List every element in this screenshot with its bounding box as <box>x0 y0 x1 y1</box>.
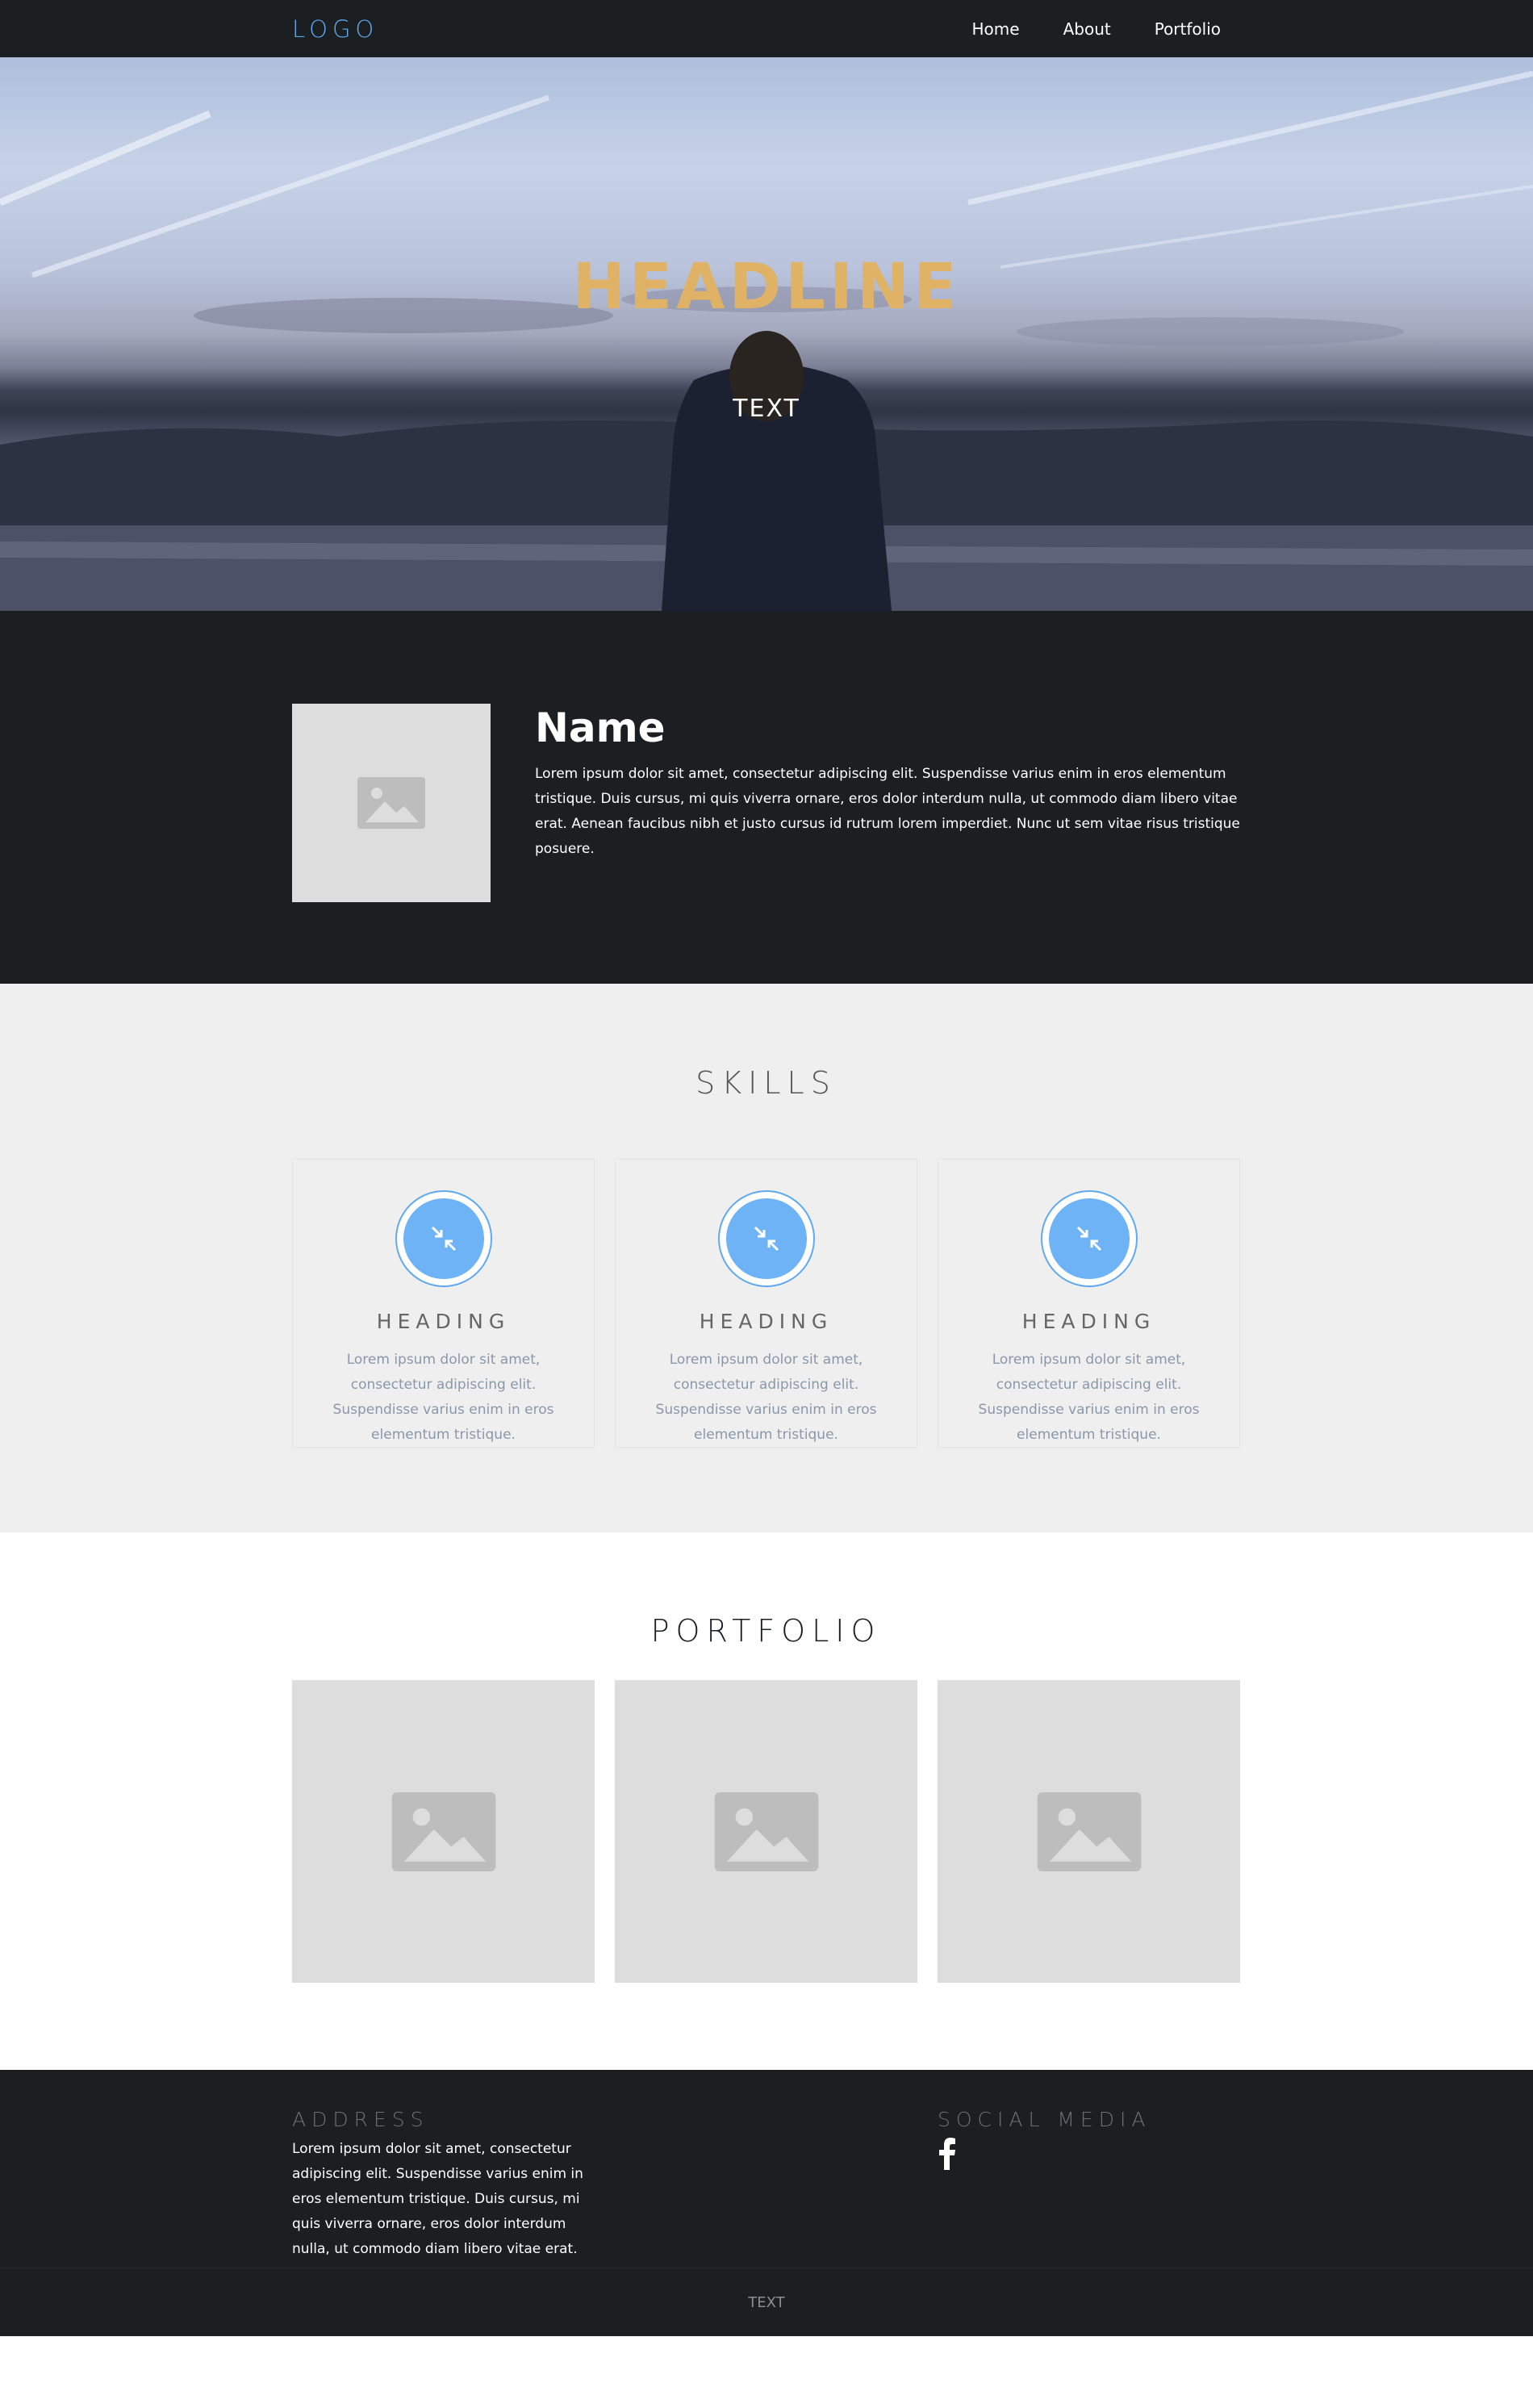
skill-description: Lorem ipsum dolor sit amet, consectetur … <box>332 1352 554 1443</box>
skills-row: HEADING Lorem ipsum dolor sit amet, cons… <box>292 1159 1240 1448</box>
skill-card: HEADING Lorem ipsum dolor sit amet, cons… <box>615 1159 917 1448</box>
skill-icon-circle <box>725 1198 807 1279</box>
about-content: Name Lorem ipsum dolor sit amet, consect… <box>535 704 1240 902</box>
nav-link-portfolio[interactable]: Portfolio <box>1155 19 1221 39</box>
skill-card: HEADING Lorem ipsum dolor sit amet, cons… <box>938 1159 1240 1448</box>
hero-subtext: TEXT <box>733 395 800 423</box>
logo[interactable]: LOGO <box>292 15 378 43</box>
skill-heading: HEADING <box>376 1310 511 1333</box>
compress-arrows-icon <box>431 1226 456 1252</box>
skill-icon-circle <box>403 1198 484 1279</box>
nav-link-home[interactable]: Home <box>972 19 1020 39</box>
about-description: Lorem ipsum dolor sit amet, consectetur … <box>535 766 1240 857</box>
portfolio-item[interactable] <box>292 1680 595 1983</box>
image-placeholder-icon <box>357 777 425 829</box>
about-name: Name <box>535 704 666 751</box>
nav-menu: Home About Portfolio <box>972 19 1240 39</box>
skill-description: Lorem ipsum dolor sit amet, consectetur … <box>978 1352 1200 1443</box>
portfolio-item[interactable] <box>938 1680 1240 1983</box>
skills-title: SKILLS <box>695 1065 837 1101</box>
skill-card: HEADING Lorem ipsum dolor sit amet, cons… <box>292 1159 595 1448</box>
compress-arrows-icon <box>1076 1226 1101 1252</box>
copyright-bar: TEXT <box>0 2268 1533 2336</box>
footer: ADDRESS Lorem ipsum dolor sit amet, cons… <box>0 2070 1533 2336</box>
skill-icon-ring <box>395 1190 492 1287</box>
facebook-icon[interactable] <box>938 2138 957 2173</box>
skill-icon-ring <box>717 1190 815 1287</box>
image-placeholder-icon <box>714 1791 818 1871</box>
hero-headline: HEADLINE <box>572 251 961 324</box>
nav-link-about[interactable]: About <box>1063 19 1111 39</box>
portfolio-item[interactable] <box>615 1680 917 1983</box>
skills-section: SKILLS HEADING Lorem ipsum dolor sit ame… <box>0 984 1533 1532</box>
skill-heading: HEADING <box>699 1310 833 1333</box>
portfolio-grid <box>292 1680 1240 1983</box>
compress-arrows-icon <box>754 1226 779 1252</box>
skill-heading: HEADING <box>1021 1310 1156 1333</box>
portfolio-title: PORTFOLIO <box>650 1613 882 1649</box>
skill-description: Lorem ipsum dolor sit amet, consectetur … <box>655 1352 877 1443</box>
portfolio-section: PORTFOLIO <box>0 1532 1533 2070</box>
skill-icon-ring <box>1040 1190 1138 1287</box>
navbar: LOGO Home About Portfolio <box>0 0 1533 57</box>
profile-image-placeholder <box>292 704 491 902</box>
address-heading: ADDRESS <box>292 2108 429 2131</box>
image-placeholder-icon <box>1037 1791 1141 1871</box>
hero-banner: HEADLINE TEXT <box>0 57 1533 611</box>
hero-background-image <box>0 70 1533 611</box>
image-placeholder-icon <box>391 1791 495 1871</box>
skill-icon-circle <box>1048 1198 1130 1279</box>
copyright-text: TEXT <box>748 2293 785 2311</box>
social-media-heading: SOCIAL MEDIA <box>938 2108 1151 2131</box>
about-section: Name Lorem ipsum dolor sit amet, consect… <box>0 611 1533 984</box>
